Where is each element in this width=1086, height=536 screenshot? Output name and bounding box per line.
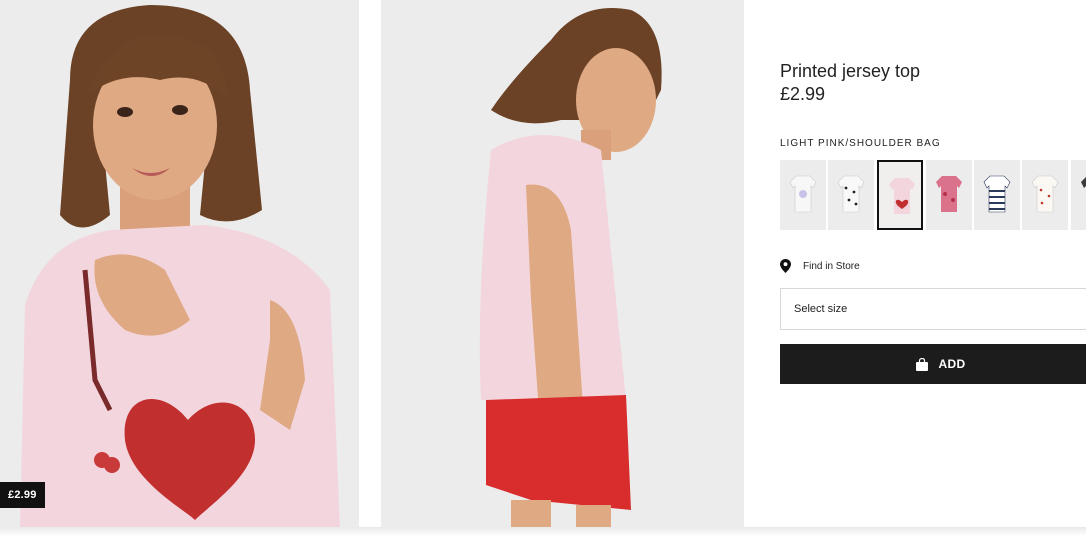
product-photo-front bbox=[0, 0, 359, 527]
product-photo-side bbox=[381, 0, 744, 527]
find-in-store-link[interactable]: Find in Store bbox=[780, 258, 860, 274]
size-select[interactable]: Select size bbox=[780, 288, 1086, 330]
product-price: £2.99 bbox=[780, 84, 826, 104]
color-swatch[interactable] bbox=[926, 160, 972, 230]
location-pin-icon bbox=[780, 259, 791, 273]
color-swatch[interactable] bbox=[828, 160, 874, 230]
swatch-shirt-thumbnail bbox=[936, 176, 962, 212]
swatch-shirt-thumbnail bbox=[1031, 175, 1059, 213]
page-bottom-divider bbox=[0, 527, 1086, 536]
product-image-front[interactable] bbox=[0, 0, 359, 527]
price-badge: £2.99 bbox=[0, 482, 45, 508]
color-swatch[interactable] bbox=[780, 160, 826, 230]
swatch-shirt-thumbnail bbox=[1081, 177, 1086, 212]
swatch-shirt-thumbnail bbox=[789, 175, 817, 213]
add-to-bag-button[interactable]: ADD bbox=[780, 344, 1086, 384]
color-swatch[interactable] bbox=[1071, 160, 1086, 230]
color-swatch-selected[interactable] bbox=[877, 160, 923, 230]
selected-color-label: LIGHT PINK/SHOULDER BAG bbox=[780, 138, 941, 149]
color-swatch[interactable] bbox=[1022, 160, 1068, 230]
add-button-label: ADD bbox=[938, 357, 966, 371]
find-in-store-label: Find in Store bbox=[803, 260, 860, 272]
color-swatch-list bbox=[780, 160, 1086, 230]
color-swatch[interactable] bbox=[974, 160, 1020, 230]
swatch-shirt-thumbnail bbox=[889, 178, 915, 214]
bag-icon bbox=[915, 357, 928, 371]
product-image-side[interactable] bbox=[381, 0, 744, 527]
swatch-shirt-thumbnail bbox=[837, 175, 865, 213]
swatch-shirt-thumbnail bbox=[983, 175, 1011, 213]
product-info-panel: Printed jersey top £2.99 LIGHT PINK/SHOU… bbox=[780, 0, 1086, 536]
product-title: Printed jersey top bbox=[780, 61, 921, 81]
